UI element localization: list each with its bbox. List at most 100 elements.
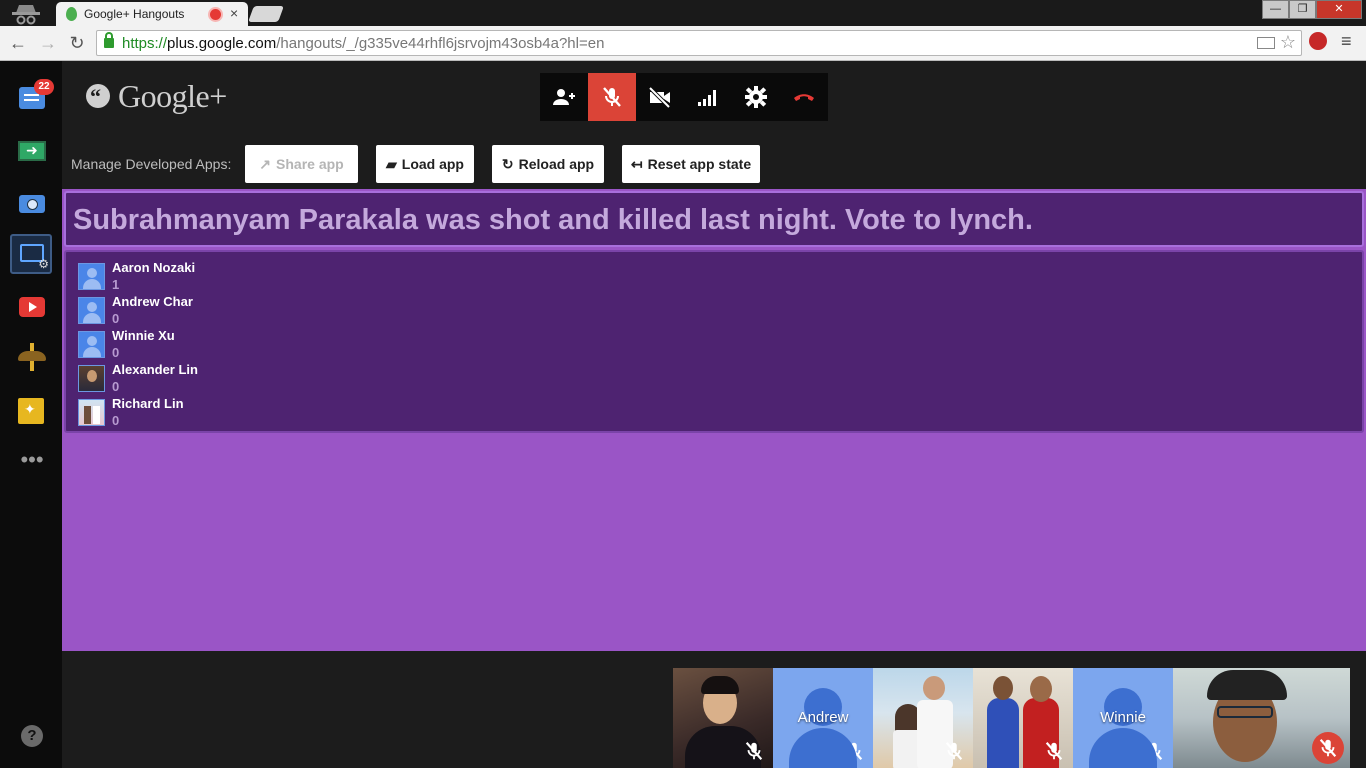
logo-text: Google+ <box>118 78 227 114</box>
reload-app-label: Reload app <box>518 156 595 172</box>
extension-icon[interactable] <box>1309 32 1327 50</box>
announcement-panel: Subrahmanyam Parakala was shot and kille… <box>64 191 1364 247</box>
avatar <box>78 399 105 426</box>
bandwidth-icon <box>698 90 716 106</box>
player-name: Alexander Lin <box>112 362 198 377</box>
window-close-button[interactable]: ✕ <box>1316 0 1362 19</box>
player-row[interactable]: Aaron Nozaki 1 <box>78 256 478 292</box>
hang-up-button[interactable] <box>780 73 828 121</box>
microphone-muted-icon <box>745 742 763 760</box>
avatar <box>78 263 105 290</box>
player-row[interactable]: Andrew Char 0 <box>78 290 478 326</box>
lock-icon <box>104 32 114 48</box>
player-name: Andrew Char <box>112 294 193 309</box>
mustache-effects-icon[interactable] <box>16 343 48 373</box>
share-app-button[interactable]: ↗ Share app <box>245 145 358 183</box>
google-plus-logo: Google+ <box>86 78 266 118</box>
window-minimize-button[interactable]: — <box>1262 0 1289 19</box>
reload-icon[interactable]: ↻ <box>65 31 89 55</box>
url-text: https://plus.google.com/hangouts/_/g335v… <box>122 35 605 52</box>
notification-badge: 22 <box>34 79 54 95</box>
player-name: Winnie Xu <box>112 328 175 343</box>
reset-app-state-button[interactable]: ↤ Reset app state <box>622 145 760 183</box>
hangout-main: Google+ <box>62 61 1366 768</box>
turn-off-camera-button[interactable] <box>636 73 684 121</box>
browser-toolbar: ← → ↻ https://plus.google.com/hangouts/_… <box>0 26 1366 61</box>
recording-indicator-icon <box>210 9 221 20</box>
reload-icon: ↻ <box>501 155 514 172</box>
participant-tile[interactable] <box>673 668 773 768</box>
window-maximize-button[interactable]: ❐ <box>1289 0 1316 19</box>
hang-up-icon <box>794 94 814 101</box>
player-row[interactable]: Winnie Xu 0 <box>78 324 478 360</box>
tab-close-button[interactable]: × <box>230 5 238 21</box>
invite-people-button[interactable] <box>540 73 588 121</box>
reset-app-state-label: Reset app state <box>647 156 752 172</box>
participant-tile[interactable] <box>973 668 1073 768</box>
reset-arrow-icon: ↤ <box>630 155 643 172</box>
window-controls: — ❐ ✕ <box>1262 0 1362 19</box>
microphone-muted-icon <box>945 742 963 760</box>
participants-filmstrip: Andrew Winnie <box>673 668 1350 768</box>
address-bar[interactable]: https://plus.google.com/hangouts/_/g335v… <box>96 30 1302 56</box>
hangouts-app-rail: 22 ⚙ ••• ? <box>0 61 62 768</box>
microphone-muted-icon <box>1145 742 1163 760</box>
avatar <box>78 365 105 392</box>
player-name: Aaron Nozaki <box>112 260 196 275</box>
avatar <box>78 297 105 324</box>
settings-button[interactable] <box>732 73 780 121</box>
developer-app-icon[interactable]: ⚙ <box>10 234 52 274</box>
new-tab-button[interactable] <box>248 6 284 22</box>
folder-icon: ▰ <box>385 155 397 172</box>
vote-count: 0 <box>112 413 120 428</box>
youtube-icon[interactable] <box>16 293 48 323</box>
tab-title: Google+ Hangouts <box>84 7 185 21</box>
announcement-text: Subrahmanyam Parakala was shot and kille… <box>73 204 1033 236</box>
reload-app-button[interactable]: ↻ Reload app <box>492 145 604 183</box>
player-name: Richard Lin <box>112 396 184 411</box>
bookmark-star-icon[interactable]: ☆ <box>1280 32 1296 53</box>
player-row[interactable]: Richard Lin 0 <box>78 392 478 428</box>
google-effects-icon[interactable] <box>16 396 48 426</box>
participant-tile[interactable]: Andrew <box>773 668 873 768</box>
microphone-muted-icon <box>1045 742 1063 760</box>
microphone-muted-icon <box>1319 739 1337 757</box>
settings-icon <box>745 86 767 108</box>
participant-name: Winnie <box>1100 709 1146 726</box>
screenshare-icon[interactable] <box>16 137 48 167</box>
more-icon[interactable]: ••• <box>16 449 48 481</box>
invite-people-icon <box>553 89 575 105</box>
browser-tab[interactable]: Google+ Hangouts × <box>56 2 248 26</box>
microphone-muted-icon <box>603 87 621 107</box>
help-icon[interactable]: ? <box>21 725 43 747</box>
avatar <box>78 331 105 358</box>
share-app-label: Share app <box>276 156 344 172</box>
hangouts-favicon-icon <box>66 7 77 21</box>
chat-icon[interactable]: 22 <box>16 79 54 111</box>
self-video-tile[interactable] <box>1173 668 1350 768</box>
load-app-button[interactable]: ▰ Load app <box>376 145 474 183</box>
share-icon: ↗ <box>259 155 272 172</box>
microphone-muted-icon <box>845 742 863 760</box>
participant-tile[interactable]: Winnie <box>1073 668 1173 768</box>
browser-tab-bar: Google+ Hangouts × — ❐ ✕ <box>0 0 1366 26</box>
player-row[interactable]: Alexander Lin 0 <box>78 358 478 394</box>
mute-microphone-button[interactable] <box>588 73 636 121</box>
camera-icon[interactable] <box>16 187 48 217</box>
hangouts-logo-icon <box>86 84 110 110</box>
hangout-app-canvas: Subrahmanyam Parakala was shot and kille… <box>62 189 1366 651</box>
manage-apps-label: Manage Developed Apps: <box>71 156 232 172</box>
participant-tile[interactable] <box>873 668 973 768</box>
load-app-label: Load app <box>401 156 464 172</box>
self-muted-indicator <box>1312 732 1344 764</box>
camera-off-icon <box>648 86 671 109</box>
camera-permission-icon[interactable] <box>1257 37 1275 49</box>
incognito-icon <box>12 5 40 25</box>
participant-name: Andrew <box>797 709 849 726</box>
forward-arrow-icon[interactable]: → <box>36 31 60 55</box>
call-controls-bar <box>540 73 828 121</box>
chrome-menu-icon[interactable]: ≡ <box>1341 31 1352 52</box>
players-vote-list: Aaron Nozaki 1 Andrew Char 0 Winnie Xu 0… <box>64 250 1364 433</box>
back-arrow-icon[interactable]: ← <box>6 31 30 55</box>
bandwidth-button[interactable] <box>684 73 732 121</box>
